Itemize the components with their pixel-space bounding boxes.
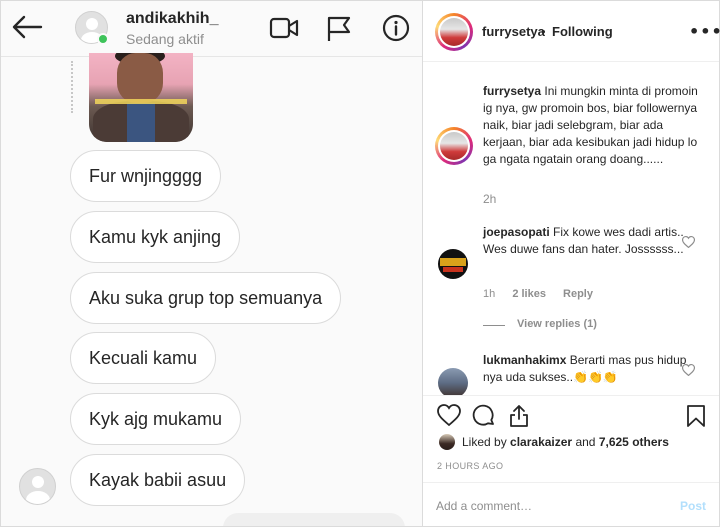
caption-timestamp: 2h <box>483 192 497 206</box>
shared-photo[interactable] <box>89 53 193 142</box>
chat-screenshot: andikakhih_ Sedang aktif Fur wnjingggg K… <box>0 0 423 527</box>
active-status-dot <box>97 33 109 45</box>
reply-thread-line <box>71 61 73 113</box>
avatar[interactable] <box>438 368 468 395</box>
caption-username[interactable]: furrysetya <box>483 84 541 98</box>
message-bubble[interactable]: Kayak babii asuu <box>70 454 246 506</box>
back-arrow-icon[interactable] <box>11 13 43 45</box>
flag-icon[interactable] <box>326 15 352 47</box>
avatar[interactable] <box>435 13 473 51</box>
message-bubble-partial <box>223 513 405 526</box>
post-header: furrysetya • Following ••• <box>423 1 720 62</box>
follow-status-button[interactable]: Following <box>552 24 613 39</box>
post-comment-button[interactable]: Post <box>680 499 706 513</box>
post-panel: furrysetya • Following ••• furrysetya In… <box>423 0 720 527</box>
comment-input[interactable] <box>436 495 666 517</box>
comment-icon[interactable] <box>472 404 496 432</box>
more-options-icon[interactable]: ••• <box>689 22 720 41</box>
liked-by-label: Liked by <box>462 435 507 449</box>
comment-username[interactable]: joepasopati <box>483 225 550 239</box>
post-username[interactable]: furrysetya <box>482 24 545 39</box>
add-comment-bar: Post <box>423 482 719 527</box>
caption: furrysetya Ini mungkin minta di promoin … <box>483 83 703 168</box>
message-bubble[interactable]: Kamu kyk anjing <box>70 211 241 263</box>
separator-dot: • <box>541 24 546 39</box>
chat-header: andikakhih_ Sedang aktif <box>1 1 422 57</box>
message-bubble[interactable]: Kecuali kamu <box>70 332 217 384</box>
like-heart-icon[interactable] <box>437 404 461 430</box>
avatar[interactable] <box>439 434 455 450</box>
info-icon[interactable] <box>382 14 410 46</box>
liked-by-text: Liked by clarakaizer and 7,625 others <box>462 435 669 449</box>
comment-meta: 1h 2 likes Reply <box>483 288 607 300</box>
liked-by-and: and <box>575 435 596 449</box>
chat-status: Sedang aktif <box>126 31 204 47</box>
chat-username[interactable]: andikakhih_ <box>126 10 218 28</box>
avatar[interactable] <box>438 249 468 279</box>
share-icon[interactable] <box>508 404 530 432</box>
bookmark-icon[interactable] <box>686 404 706 432</box>
comment: joepasopati Fix kowe wes dadi artis.. We… <box>483 224 703 258</box>
reply-button[interactable]: Reply <box>563 288 593 300</box>
message-bubble[interactable]: Fur wnjingggg <box>70 150 222 202</box>
avatar[interactable] <box>435 127 473 165</box>
likes-count[interactable]: 7,625 others <box>599 435 669 449</box>
comment-likes[interactable]: 2 likes <box>512 288 546 300</box>
comment-timestamp: 1h <box>483 288 496 300</box>
comments-list[interactable]: furrysetya Ini mungkin minta di promoin … <box>423 63 719 395</box>
view-replies-button[interactable]: View replies (1) <box>517 318 597 330</box>
liked-by-username[interactable]: clarakaizer <box>510 435 572 449</box>
message-bubble[interactable]: Kyk ajg mukamu <box>70 393 242 445</box>
replies-divider <box>483 325 505 326</box>
comment-like-heart-icon[interactable] <box>681 361 696 380</box>
comment-username[interactable]: lukmanhakimx <box>483 353 566 367</box>
comment-like-heart-icon[interactable] <box>681 233 696 252</box>
video-call-icon[interactable] <box>269 16 299 44</box>
message-bubble[interactable]: Aku suka grup top semuanya <box>70 272 342 324</box>
sender-avatar <box>19 468 56 505</box>
comment: lukmanhakimx Berarti mas pus hidup nya u… <box>483 352 703 386</box>
post-timestamp: 2 HOURS AGO <box>437 461 504 471</box>
post-actions <box>423 395 719 435</box>
